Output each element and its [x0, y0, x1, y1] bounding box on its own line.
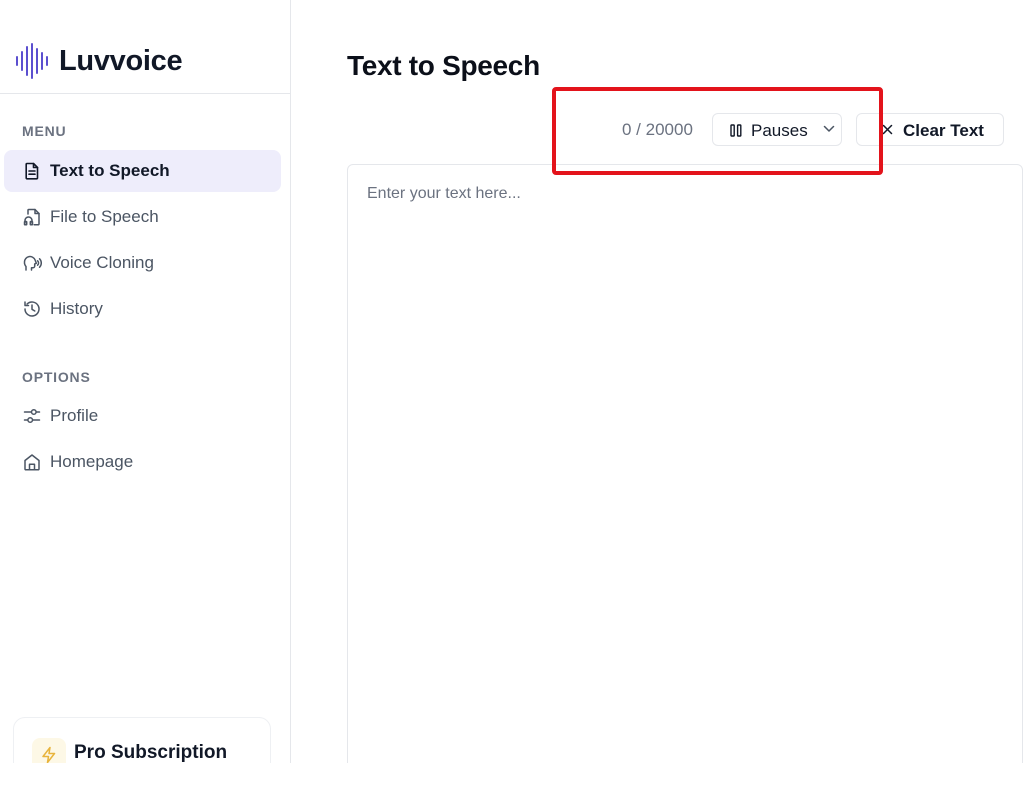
- text-input-area[interactable]: [347, 164, 1023, 763]
- app-window: Luvvoice MENU Text to Speech File to Spe…: [0, 0, 1024, 763]
- sidebar-item-profile[interactable]: Profile: [4, 395, 281, 437]
- pauses-label: Pauses: [751, 121, 808, 140]
- clear-text-label: Clear Text: [903, 121, 984, 140]
- sound-wave-icon: [16, 43, 48, 79]
- character-counter: 0 / 20000: [622, 120, 693, 139]
- brand-header: Luvvoice: [0, 0, 290, 94]
- pauses-dropdown-button[interactable]: Pauses: [712, 113, 842, 146]
- document-icon: [25, 162, 39, 180]
- sidebar-item-file-to-speech[interactable]: File to Speech: [4, 196, 281, 238]
- voice-head-icon: [23, 255, 42, 271]
- sidebar-item-text-to-speech[interactable]: Text to Speech: [4, 150, 281, 192]
- sidebar-item-label: Text to Speech: [50, 161, 170, 180]
- pro-icon-badge: [32, 738, 66, 763]
- pause-icon: [730, 124, 742, 137]
- sidebar-item-homepage[interactable]: Homepage: [4, 441, 281, 483]
- menu-section-label: MENU: [22, 123, 67, 139]
- pro-subscription-card[interactable]: Pro Subscription: [13, 717, 271, 763]
- pro-subscription-title: Pro Subscription: [74, 742, 228, 763]
- sidebar-item-history[interactable]: History: [4, 288, 281, 330]
- home-icon: [24, 454, 40, 471]
- brand-name[interactable]: Luvvoice: [59, 45, 183, 78]
- sliders-icon: [23, 408, 41, 424]
- sidebar-item-label: File to Speech: [50, 207, 159, 226]
- sidebar: Luvvoice MENU Text to Speech File to Spe…: [0, 0, 291, 763]
- sidebar-item-voice-cloning[interactable]: Voice Cloning: [4, 242, 281, 284]
- history-icon: [24, 301, 40, 317]
- sidebar-item-label: Voice Cloning: [50, 253, 154, 272]
- page-title: Text to Speech: [347, 50, 540, 81]
- clear-text-button[interactable]: Clear Text: [856, 113, 1004, 146]
- sidebar-item-label: Profile: [50, 406, 99, 425]
- lightning-icon: [42, 746, 56, 763]
- sidebar-item-label: History: [50, 299, 103, 318]
- sidebar-item-label: Homepage: [50, 452, 134, 471]
- options-section-label: OPTIONS: [22, 369, 91, 385]
- chevron-down-icon: [823, 125, 835, 132]
- file-audio-icon: [23, 208, 40, 226]
- close-icon: [882, 124, 893, 135]
